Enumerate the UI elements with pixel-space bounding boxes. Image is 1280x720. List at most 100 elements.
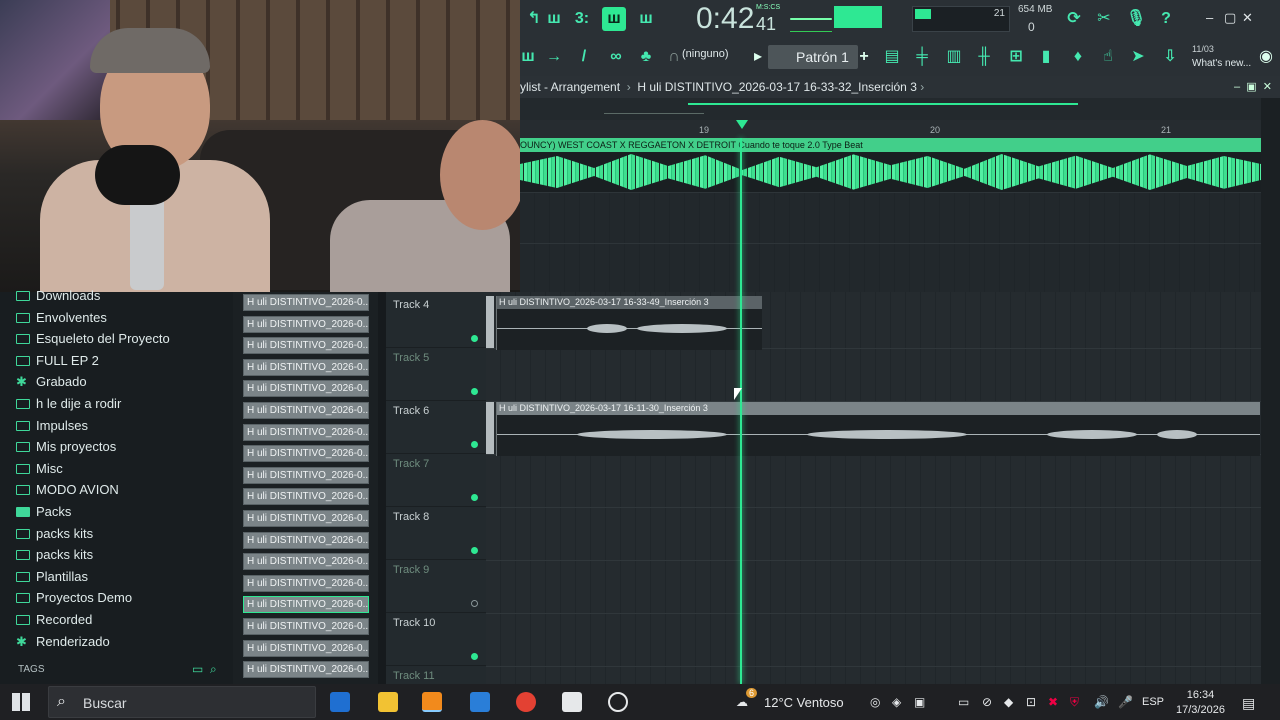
- globe-icon[interactable]: ◉: [1254, 45, 1278, 69]
- weather-widget[interactable]: 12°C Ventoso: [764, 695, 844, 710]
- song-position-marker[interactable]: [736, 120, 748, 129]
- microphone-tray-icon[interactable]: 🎤: [1118, 695, 1133, 709]
- zoom-thumb[interactable]: [688, 103, 1078, 105]
- minimize-icon[interactable]: –: [1206, 10, 1213, 25]
- channel-rack-icon[interactable]: ╪: [910, 45, 934, 69]
- capcut-icon[interactable]: [562, 692, 582, 712]
- security-icon[interactable]: ⛨: [1070, 695, 1079, 710]
- browser-folder[interactable]: Mis proyectos: [16, 437, 116, 457]
- pattern-item[interactable]: H uli DISTINTIVO_2026-0...: [243, 553, 369, 571]
- pattern-item[interactable]: H uli DISTINTIVO_2026-0...: [243, 618, 369, 635]
- browser-folder[interactable]: packs kits: [16, 524, 93, 544]
- track-header[interactable]: Track 10: [386, 613, 486, 666]
- vocal-clip-track4[interactable]: H uli DISTINTIVO_2026-03-17 16-33-49_Ins…: [496, 296, 762, 350]
- track-mute-toggle[interactable]: [471, 547, 478, 554]
- browser-folder[interactable]: ✱ Grabado: [16, 372, 87, 392]
- track-mute-toggle[interactable]: [471, 441, 478, 448]
- mic-icon[interactable]: 🎙: [1124, 7, 1148, 31]
- link-icon[interactable]: ∞: [604, 45, 628, 69]
- tray-app6-icon[interactable]: ✖: [1048, 695, 1058, 709]
- close-icon[interactable]: ✕: [1242, 10, 1253, 26]
- horizontal-zoom-scrollbar[interactable]: [520, 98, 1280, 120]
- mixer-icon[interactable]: ╫: [972, 45, 996, 69]
- browser-folder[interactable]: h le dije a rodir: [16, 394, 121, 414]
- pattern-item[interactable]: H uli DISTINTIVO_2026-0...: [243, 596, 369, 614]
- browser-folder[interactable]: Packs: [16, 502, 71, 522]
- stamp-icon[interactable]: ♣: [634, 45, 658, 69]
- cut-icon[interactable]: ✂: [1092, 7, 1116, 31]
- download-icon[interactable]: ⇩: [1158, 45, 1182, 69]
- pattern-item[interactable]: H uli DISTINTIVO_2026-0...: [243, 661, 369, 679]
- media-player-icon[interactable]: [330, 692, 350, 712]
- pattern-item[interactable]: H uli DISTINTIVO_2026-0...: [243, 466, 369, 484]
- pen-icon[interactable]: /: [572, 45, 596, 69]
- pattern-item[interactable]: H uli DISTINTIVO_2026-0...: [243, 358, 369, 376]
- pattern-item[interactable]: H uli DISTINTIVO_2026-0...: [243, 510, 369, 527]
- track-mute-toggle[interactable]: [471, 494, 478, 501]
- scroll-thumb[interactable]: [604, 106, 704, 114]
- track-header[interactable]: Track 6: [386, 401, 486, 454]
- pattern-item[interactable]: H uli DISTINTIVO_2026-0...: [243, 337, 369, 355]
- pattern-selector[interactable]: Patrón 1: [768, 45, 858, 69]
- shield-icon[interactable]: ◈: [892, 695, 901, 709]
- browser-folder[interactable]: Downloads: [16, 286, 100, 306]
- browser-folder[interactable]: FULL EP 2: [16, 351, 99, 371]
- arrow-right-icon[interactable]: →: [542, 45, 566, 69]
- tray-app3-icon[interactable]: ⊘: [982, 695, 992, 709]
- windows-start-icon[interactable]: [12, 693, 30, 711]
- chrome-icon[interactable]: [516, 692, 536, 712]
- track-mute-toggle[interactable]: [471, 388, 478, 395]
- tray-app4-icon[interactable]: ◆: [1004, 695, 1013, 709]
- lower-track-grid[interactable]: H uli DISTINTIVO_2026-03-17 16-33-49_Ins…: [486, 292, 1261, 684]
- track-mute-toggle[interactable]: [471, 600, 478, 607]
- browser-folder[interactable]: Esqueleto del Proyecto: [16, 329, 170, 349]
- pattern-item[interactable]: H uli DISTINTIVO_2026-0...: [243, 445, 369, 463]
- pattern-item[interactable]: H uli DISTINTIVO_2026-0...: [243, 423, 369, 441]
- playlist-window-controls[interactable]: – ▣ ✕: [1234, 76, 1272, 98]
- outlook-icon[interactable]: [470, 692, 490, 712]
- timeline-ruler[interactable]: 19 20 21: [520, 120, 1280, 138]
- tray-app-icon[interactable]: ◎: [870, 695, 880, 709]
- tempo-icon[interactable]: 3:: [570, 7, 594, 31]
- obs-icon[interactable]: [608, 692, 628, 712]
- beat-audio-clip[interactable]: OUNCY) WEST COAST X REGGAETON X DETROIT …: [520, 138, 1261, 192]
- vertical-scrollbar[interactable]: [1261, 98, 1280, 684]
- bird-icon[interactable]: ➤: [1126, 45, 1150, 69]
- pattern-item[interactable]: H uli DISTINTIVO_2026-0...: [243, 531, 369, 549]
- weather-icon[interactable]: ☁: [736, 695, 748, 709]
- search-icon[interactable]: ⌕: [210, 662, 217, 676]
- playlist-icon[interactable]: ш: [516, 45, 540, 69]
- whats-new-link[interactable]: What's new...: [1192, 58, 1251, 69]
- pattern-item[interactable]: H uli DISTINTIVO_2026-0...: [243, 639, 369, 657]
- play-arrow-icon[interactable]: ▸: [746, 45, 770, 69]
- add-pattern-icon[interactable]: +: [852, 45, 876, 69]
- file-explorer-icon[interactable]: [378, 692, 398, 712]
- taskbar-clock[interactable]: 16:34 17/3/2026: [1176, 688, 1225, 718]
- browser-tools[interactable]: ▭ ⌕: [192, 662, 217, 677]
- plugin-picker-icon[interactable]: ♦: [1066, 45, 1090, 69]
- browser-folder[interactable]: packs kits: [16, 545, 93, 565]
- pattern-item[interactable]: H uli DISTINTIVO_2026-0...: [243, 402, 369, 419]
- pattern-item[interactable]: H uli DISTINTIVO_2026-0...: [243, 294, 369, 311]
- track-mute-toggle[interactable]: [471, 653, 478, 660]
- browser-folder[interactable]: Recorded: [16, 610, 92, 630]
- track-mute-toggle[interactable]: [471, 335, 478, 342]
- tray-app5-icon[interactable]: ⊡: [1026, 695, 1036, 709]
- language-indicator[interactable]: ESP: [1142, 696, 1164, 708]
- browser-folder[interactable]: Proyectos Demo: [16, 588, 132, 608]
- browser-folder[interactable]: MODO AVION: [16, 480, 119, 500]
- pattern-item[interactable]: H uli DISTINTIVO_2026-0...: [243, 315, 369, 333]
- fl-studio-icon[interactable]: [422, 692, 442, 712]
- help-icon[interactable]: ?: [1154, 7, 1178, 31]
- pattern-list-scrollbar[interactable]: [378, 292, 386, 684]
- plugin-icon[interactable]: ▮: [1034, 45, 1058, 69]
- track-header[interactable]: Track 8: [386, 507, 486, 560]
- track-header[interactable]: Track 9: [386, 560, 486, 613]
- browser-folder[interactable]: Envolventes: [16, 308, 107, 328]
- waveform-mode-icon[interactable]: ш: [542, 7, 566, 31]
- track-header[interactable]: Track 5: [386, 348, 486, 401]
- browser-folder[interactable]: ✱ Renderizado: [16, 632, 110, 652]
- browser-folder[interactable]: Plantillas: [16, 567, 88, 587]
- pattern-item[interactable]: H uli DISTINTIVO_2026-0...: [243, 488, 369, 506]
- refresh-icon[interactable]: ⟳: [1062, 7, 1086, 31]
